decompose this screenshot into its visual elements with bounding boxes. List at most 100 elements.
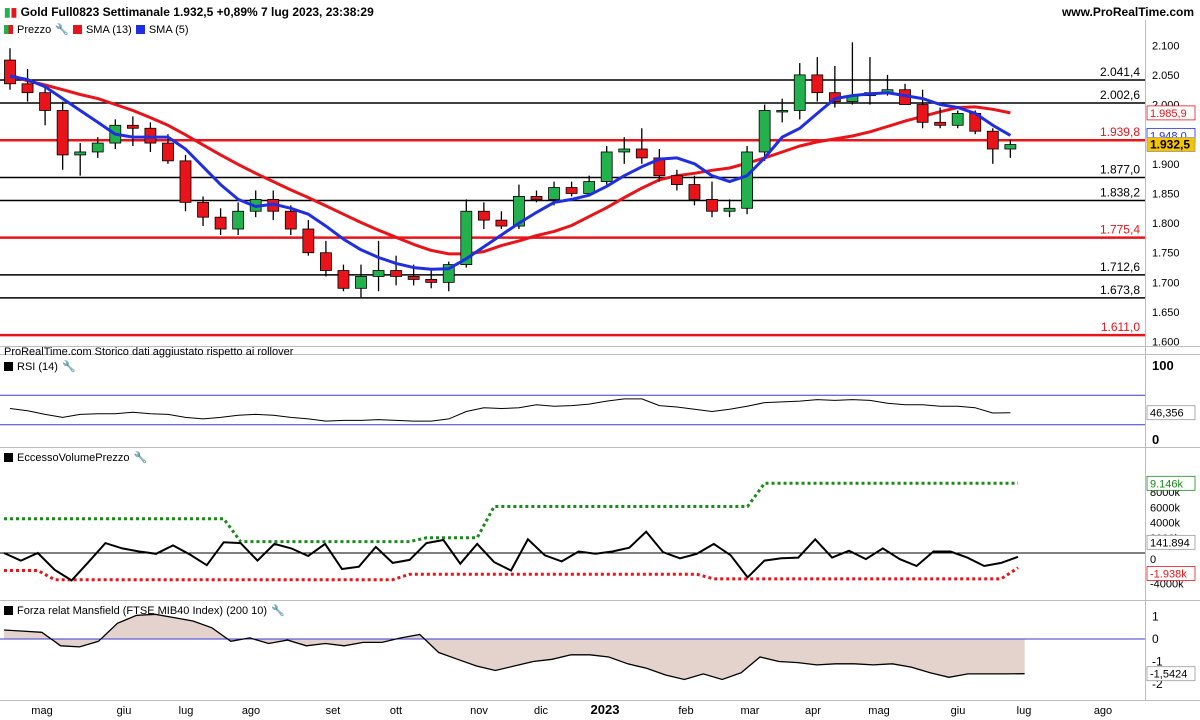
evp-lower-tag: -1.938k xyxy=(1150,569,1187,581)
rsi-last-tag: 46,356 xyxy=(1150,408,1184,420)
price-tick-label: 1.750 xyxy=(1152,248,1180,260)
chart-title-row: ▮▮ Gold Full0823 Settimanale 1.932,5 +0,… xyxy=(4,5,374,19)
price-swatch xyxy=(4,25,13,34)
time-tick-label: giu xyxy=(117,705,132,717)
candle-body xyxy=(548,187,560,200)
candle-body xyxy=(741,151,753,209)
candle-body xyxy=(688,184,701,200)
candle-body xyxy=(74,151,87,156)
time-tick-label: mar xyxy=(741,705,760,717)
mansfield-panel: 10-1-2-1,5424 xyxy=(0,610,1196,691)
wrench-icon[interactable]: 🔧 xyxy=(62,360,76,373)
level-label: 1.939,8 xyxy=(1100,125,1140,139)
mansfield-legend: Forza relat Mansfield (FTSE MIB40 Index)… xyxy=(4,604,285,617)
time-tick-label: mag xyxy=(868,705,889,717)
price-axis: 2.1002.0502.0001.9501.9001.8501.8001.750… xyxy=(1146,40,1196,349)
evp-last-tag: 141.894 xyxy=(1150,537,1190,549)
panel-separators xyxy=(0,20,1200,701)
sma13-line xyxy=(9,73,1011,256)
candle-body xyxy=(126,124,139,129)
candle-body xyxy=(793,74,806,111)
sma13-last-tag: 1.985,9 xyxy=(1150,108,1187,120)
evp-upper-band xyxy=(4,481,1018,544)
time-tick-label: ago xyxy=(242,705,260,717)
price-legend: Prezzo 🔧 SMA (13) SMA (5) xyxy=(4,23,189,36)
price-tick-label: 1.850 xyxy=(1152,188,1180,200)
level-label: 2.002,6 xyxy=(1100,88,1140,102)
evp-tick-label: 4000k xyxy=(1150,518,1180,530)
candle-body xyxy=(197,201,209,218)
price-tick-label: 2.100 xyxy=(1152,40,1180,52)
candle-body xyxy=(355,276,367,289)
mansfield-label: Forza relat Mansfield (FTSE MIB40 Index)… xyxy=(17,604,268,617)
candle-body xyxy=(811,74,824,94)
candle-body xyxy=(776,110,789,113)
evp-legend: EccessoVolumePrezzo 🔧 xyxy=(4,451,147,464)
price-tick-label: 1.600 xyxy=(1152,337,1180,349)
candle-body xyxy=(916,104,929,123)
rsi-polyline xyxy=(9,398,1011,422)
site-url[interactable]: www.ProRealTime.com xyxy=(1062,5,1194,19)
rollover-note: ProRealTime.com Storico dati aggiustato … xyxy=(4,346,294,358)
candles-icon-2: ▮ xyxy=(10,5,18,19)
time-tick-label: giu xyxy=(951,705,966,717)
candle-body xyxy=(671,175,683,185)
level-label: 2.041,4 xyxy=(1100,65,1140,79)
chart-title: Gold Full0823 Settimanale 1.932,5 +0,89%… xyxy=(20,5,374,19)
candle-body xyxy=(390,270,403,277)
time-tick-label: dic xyxy=(534,705,549,717)
evp-tick-label: 6000k xyxy=(1150,502,1180,514)
candle-body xyxy=(600,151,613,183)
evp-upper-tag: 9.146k xyxy=(1150,478,1184,490)
candle-body xyxy=(530,196,543,200)
time-tick-label: ago xyxy=(1094,705,1112,717)
candle-body xyxy=(337,270,350,289)
candle-body xyxy=(425,279,438,283)
sma13-swatch xyxy=(72,25,82,34)
time-tick-label: ott xyxy=(390,705,402,717)
rsi-legend: RSI (14) 🔧 xyxy=(4,360,76,373)
price-label: Prezzo xyxy=(17,23,52,36)
candle-body xyxy=(179,160,192,203)
level-label: 1.838,2 xyxy=(1100,185,1140,199)
candle-body xyxy=(934,121,947,126)
price-tick-label: 2.050 xyxy=(1152,70,1180,82)
evp-tick-label: 0 xyxy=(1150,554,1156,566)
sma5-label: SMA (5) xyxy=(148,23,189,36)
time-tick-label: lug xyxy=(1017,705,1032,717)
time-tick-label: 2023 xyxy=(591,702,620,717)
candle-body xyxy=(407,276,420,280)
current-price-tag: 1.932,5 xyxy=(1150,138,1190,152)
level-label: 1.673,8 xyxy=(1100,283,1140,297)
mansfield-neg-fill xyxy=(4,614,1025,680)
candle-body xyxy=(214,216,227,230)
wrench-icon[interactable]: 🔧 xyxy=(271,604,285,617)
wrench-icon[interactable]: 🔧 xyxy=(55,23,69,36)
candle-body xyxy=(4,59,16,85)
candle-body xyxy=(618,148,631,153)
candle-body xyxy=(706,198,718,212)
sma5-line xyxy=(9,74,1012,271)
rsi-tick-label: 100 xyxy=(1152,358,1174,373)
level-label: 1.611,0 xyxy=(1101,320,1140,334)
candle-body xyxy=(477,210,490,221)
time-tick-label: apr xyxy=(805,705,821,717)
time-tick-label: lug xyxy=(179,705,194,717)
price-tick-label: 1.650 xyxy=(1152,307,1180,319)
price-tick-label: 1.700 xyxy=(1152,277,1180,289)
candle-body xyxy=(495,219,508,227)
candle-body xyxy=(162,142,174,162)
level-label: 1.877,0 xyxy=(1100,162,1140,176)
level-label: 1.775,4 xyxy=(1100,223,1140,237)
evp-panel: 8000k6000k4000k2000k-4000k09.146k141.894… xyxy=(0,475,1196,590)
candle-body xyxy=(284,210,297,230)
candle-body xyxy=(39,92,51,111)
candle-body xyxy=(951,113,964,126)
candle-body xyxy=(302,228,315,254)
evp-label: EccessoVolumePrezzo xyxy=(17,451,130,464)
candle-body xyxy=(1004,144,1017,150)
mansfield-last-tag: -1,5424 xyxy=(1150,669,1187,681)
rsi-label: RSI (14) xyxy=(17,360,58,373)
wrench-icon[interactable]: 🔧 xyxy=(134,451,148,464)
candle-body xyxy=(372,270,385,277)
